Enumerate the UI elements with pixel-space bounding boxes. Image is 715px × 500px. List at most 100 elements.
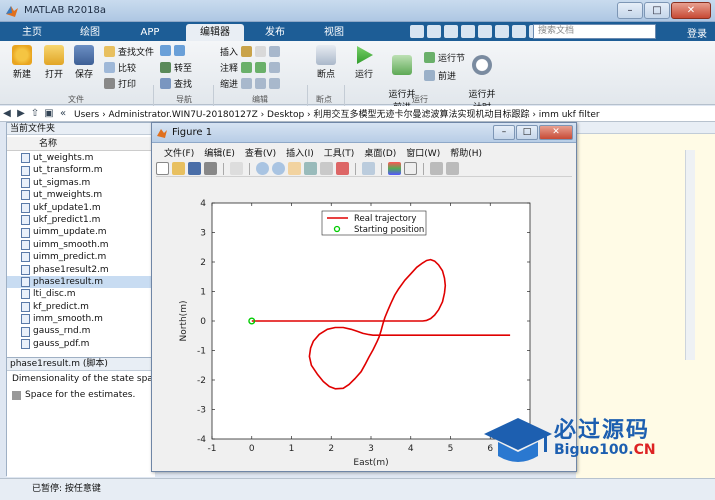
percent-icon bbox=[255, 62, 267, 73]
print-button[interactable]: 打印 bbox=[104, 77, 136, 90]
pan-hand-icon[interactable] bbox=[288, 162, 301, 175]
login-link[interactable]: 登录 bbox=[687, 25, 707, 40]
quick-save-icon[interactable] bbox=[410, 25, 424, 38]
save-button[interactable]: 保存 bbox=[70, 45, 98, 80]
hide-plot-tools-icon[interactable] bbox=[430, 162, 443, 175]
quick-cut-icon[interactable] bbox=[427, 25, 441, 38]
forward-arrow-icon[interactable]: ▶ bbox=[14, 108, 28, 119]
tab-apps[interactable]: APP bbox=[130, 24, 170, 41]
new-figure-icon[interactable] bbox=[156, 162, 169, 175]
details-title: phase1result.m (脚本) bbox=[7, 358, 155, 371]
current-path[interactable]: Users › Administrator.WIN7U-20180127Z › … bbox=[74, 107, 600, 120]
y-tick-label: -1 bbox=[197, 347, 206, 357]
breakpoints-button[interactable]: 断点 bbox=[312, 45, 340, 80]
run-section-button[interactable]: 运行节 bbox=[424, 51, 465, 64]
data-cursor-icon[interactable] bbox=[320, 162, 333, 175]
run-button[interactable]: 运行 bbox=[350, 45, 378, 80]
tab-plots[interactable]: 绘图 bbox=[70, 24, 110, 41]
browse-folder-icon[interactable]: ▣ bbox=[42, 108, 56, 119]
figure-menu-item[interactable]: 编辑(E) bbox=[204, 146, 235, 159]
m-file-icon bbox=[21, 215, 30, 226]
file-name: lti_disc.m bbox=[33, 289, 76, 300]
figure-menu-item[interactable]: 帮助(H) bbox=[450, 146, 482, 159]
figure-menu-item[interactable]: 查看(V) bbox=[245, 146, 276, 159]
figure-minimize-button[interactable]: – bbox=[493, 125, 515, 140]
maximize-button[interactable]: □ bbox=[644, 2, 670, 19]
up-folder-icon[interactable]: ⇧ bbox=[28, 108, 42, 119]
zoom-in-icon[interactable] bbox=[256, 162, 269, 175]
quick-copy-icon[interactable] bbox=[444, 25, 458, 38]
nav-group-label: 导航 bbox=[176, 95, 192, 104]
file-name: ut_weights.m bbox=[33, 153, 94, 163]
insert-dropdown-icon bbox=[269, 46, 281, 57]
minimize-button[interactable]: – bbox=[617, 2, 643, 19]
insert-button[interactable]: 插入 bbox=[220, 45, 281, 58]
file-list-item[interactable]: ukf_update1.m bbox=[7, 202, 155, 214]
run-time-button[interactable]: 运行并 计时 bbox=[466, 45, 498, 113]
quick-switch-icon[interactable] bbox=[512, 25, 526, 38]
print-figure-icon[interactable] bbox=[204, 162, 217, 175]
figure-menu-item[interactable]: 插入(I) bbox=[286, 146, 314, 159]
find-files-button[interactable]: 查找文件 bbox=[104, 45, 154, 58]
figure-menu-item[interactable]: 工具(T) bbox=[324, 146, 355, 159]
zoom-out-icon[interactable] bbox=[272, 162, 285, 175]
file-list-item[interactable]: uimm_update.m bbox=[7, 226, 155, 238]
figure-menu-item[interactable]: 窗口(W) bbox=[406, 146, 440, 159]
figure-menu-item[interactable]: 文件(F) bbox=[164, 146, 194, 159]
advance-button[interactable]: 前进 bbox=[424, 69, 456, 82]
editor-scrollbar[interactable] bbox=[685, 150, 695, 360]
file-list-item[interactable]: uimm_predict.m bbox=[7, 251, 155, 263]
comment-button[interactable]: 注释 bbox=[220, 61, 281, 74]
back-arrow-icon[interactable]: ◀ bbox=[0, 108, 14, 119]
file-list-item[interactable]: ut_mweights.m bbox=[7, 189, 155, 201]
goto-button[interactable]: 转至 bbox=[160, 61, 192, 74]
open-button[interactable]: 打开 bbox=[40, 45, 68, 80]
rotate-3d-icon[interactable] bbox=[304, 162, 317, 175]
figure-close-button[interactable]: ✕ bbox=[539, 125, 573, 140]
quick-undo-icon[interactable] bbox=[478, 25, 492, 38]
tab-home[interactable]: 主页 bbox=[12, 24, 52, 41]
file-list-item[interactable]: lti_disc.m bbox=[7, 288, 155, 300]
figure-maximize-button[interactable]: □ bbox=[516, 125, 538, 140]
show-plot-tools-icon[interactable] bbox=[446, 162, 459, 175]
name-column-header[interactable]: 名称 bbox=[7, 137, 155, 151]
file-list-item[interactable]: kf_predict.m bbox=[7, 301, 155, 313]
file-list-item[interactable]: uimm_smooth.m bbox=[7, 239, 155, 251]
y-tick-label: 1 bbox=[200, 288, 206, 298]
figure-menu-bar: 文件(F) 编辑(E) 查看(V) 插入(I) 工具(T) 桌面(D) 窗口(W) 帮助(H) bbox=[152, 144, 576, 160]
figure-title-bar[interactable]: Figure 1 – □ ✕ bbox=[152, 123, 576, 143]
find-button[interactable]: 查找 bbox=[160, 77, 192, 90]
file-list-item[interactable]: ut_transform.m bbox=[7, 164, 155, 176]
file-list-item[interactable]: imm_smooth.m bbox=[7, 313, 155, 325]
file-name: ut_mweights.m bbox=[33, 190, 103, 201]
quick-paste-icon[interactable] bbox=[461, 25, 475, 38]
file-list-item[interactable]: gauss_rnd.m bbox=[7, 325, 155, 337]
close-button[interactable]: ✕ bbox=[671, 2, 711, 19]
file-list-item[interactable]: gauss_pdf.m bbox=[7, 338, 155, 350]
file-list-item[interactable]: ut_sigmas.m bbox=[7, 177, 155, 189]
colorbar-icon[interactable] bbox=[388, 162, 401, 175]
compare-button[interactable]: 比较 bbox=[104, 61, 136, 74]
file-list-item[interactable]: ukf_predict1.m bbox=[7, 214, 155, 226]
legend-icon[interactable] bbox=[404, 162, 417, 175]
new-button[interactable]: 新建 bbox=[8, 45, 36, 80]
tab-publish[interactable]: 发布 bbox=[255, 24, 295, 41]
pointer-icon[interactable] bbox=[230, 162, 243, 175]
figure-menu-item[interactable]: 桌面(D) bbox=[364, 146, 396, 159]
indent-button[interactable]: 缩进 bbox=[220, 77, 281, 90]
brush-icon[interactable] bbox=[336, 162, 349, 175]
file-name: ukf_predict1.m bbox=[33, 214, 101, 225]
file-list-item[interactable]: ut_weights.m bbox=[7, 152, 155, 164]
file-list-item[interactable]: phase1result2.m bbox=[7, 264, 155, 276]
breakpoints-group-label: 断点 bbox=[316, 95, 332, 104]
m-file-icon bbox=[21, 326, 30, 337]
quick-redo-icon[interactable] bbox=[495, 25, 509, 38]
open-file-icon[interactable] bbox=[172, 162, 185, 175]
tab-editor[interactable]: 编辑器 bbox=[186, 24, 244, 41]
link-plot-icon[interactable] bbox=[362, 162, 375, 175]
tab-view[interactable]: 视图 bbox=[314, 24, 354, 41]
file-list-item[interactable]: phase1result.m bbox=[7, 275, 155, 289]
search-docs-input[interactable]: 搜索文档 bbox=[533, 24, 656, 39]
nav-back-forward[interactable] bbox=[160, 45, 185, 56]
save-figure-icon[interactable] bbox=[188, 162, 201, 175]
